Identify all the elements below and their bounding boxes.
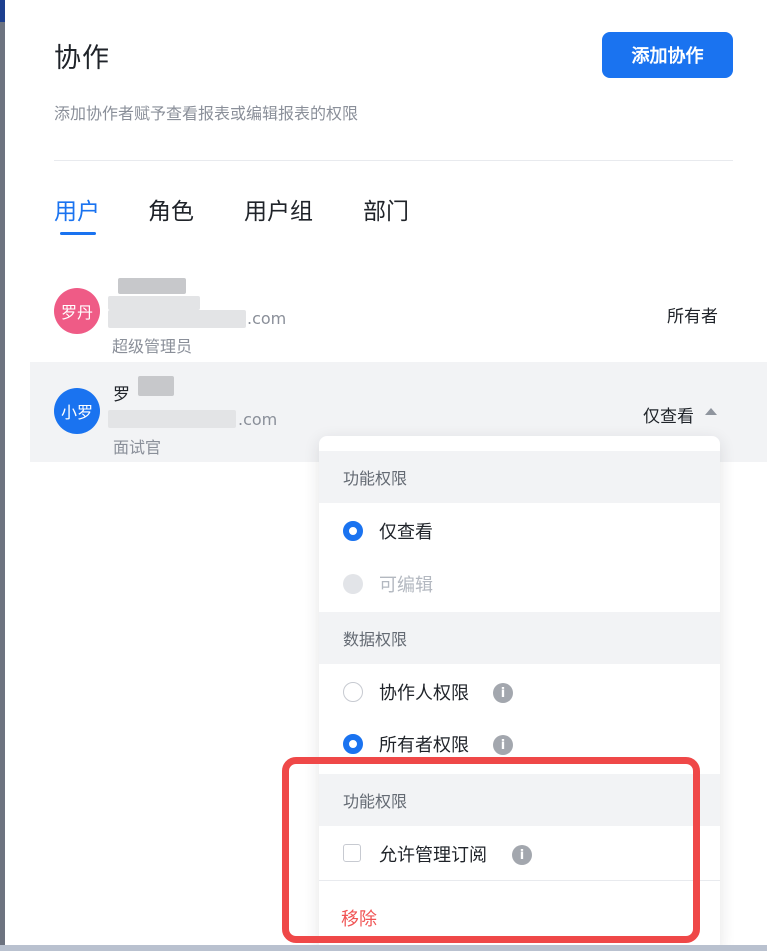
remove-collaborator-button[interactable]: 移除 bbox=[341, 905, 377, 931]
option-allow-manage-subscription[interactable]: 允许管理订阅 bbox=[379, 841, 487, 867]
window-left-edge bbox=[0, 0, 5, 951]
active-tab-indicator bbox=[60, 232, 96, 235]
info-icon[interactable]: i bbox=[493, 735, 513, 755]
redacted-email bbox=[108, 410, 236, 428]
info-icon[interactable]: i bbox=[493, 683, 513, 703]
permission-label: 所有者 bbox=[667, 307, 718, 327]
add-collaborator-button[interactable]: 添加协作 bbox=[602, 32, 733, 78]
email-suffix: .com bbox=[238, 410, 278, 429]
redacted-name bbox=[118, 278, 186, 294]
section-header-function-permission-2: 功能权限 bbox=[319, 774, 720, 826]
checkbox-allow-manage-subscription[interactable] bbox=[343, 844, 361, 862]
user-name: 罗 bbox=[113, 385, 130, 405]
radio-collaborator-permission[interactable] bbox=[343, 682, 363, 702]
radio-editable bbox=[343, 574, 363, 594]
tab-users[interactable]: 用户 bbox=[54, 192, 100, 226]
window-bottom-edge bbox=[0, 945, 767, 951]
user-role: 面试官 bbox=[113, 438, 162, 457]
option-collaborator-permission[interactable]: 协作人权限 bbox=[379, 679, 469, 705]
option-editable: 可编辑 bbox=[379, 575, 433, 596]
email-suffix: .com bbox=[247, 309, 287, 328]
radio-owner-permission[interactable] bbox=[343, 734, 363, 754]
window-left-edge-accent bbox=[0, 0, 5, 22]
tab-departments[interactable]: 部门 bbox=[363, 192, 409, 226]
user-role: 超级管理员 bbox=[112, 337, 193, 356]
dropdown-divider bbox=[319, 880, 720, 881]
avatar: 小罗 bbox=[54, 388, 100, 434]
page-subtitle: 添加协作者赋予查看报表或编辑报表的权限 bbox=[54, 104, 359, 123]
section-header-data-permission: 数据权限 bbox=[319, 612, 720, 664]
permission-dropdown-trigger[interactable]: 仅查看 bbox=[643, 402, 694, 427]
option-owner-permission[interactable]: 所有者权限 bbox=[379, 731, 469, 757]
redacted-email bbox=[108, 310, 246, 328]
info-icon[interactable]: i bbox=[512, 845, 532, 865]
section-header-function-permission: 功能权限 bbox=[319, 451, 720, 503]
header-divider bbox=[54, 160, 733, 161]
radio-view-only[interactable] bbox=[343, 521, 363, 541]
redacted-name bbox=[138, 376, 174, 396]
chevron-up-icon[interactable] bbox=[705, 408, 717, 415]
permission-dropdown: 功能权限 仅查看 可编辑 数据权限 协作人权限 i 所有者权限 i 功能权限 允… bbox=[319, 436, 720, 951]
page-title: 协作 bbox=[54, 43, 110, 74]
tab-user-groups[interactable]: 用户组 bbox=[244, 192, 313, 226]
option-view-only[interactable]: 仅查看 bbox=[379, 518, 433, 544]
redacted-name bbox=[108, 296, 200, 310]
tab-roles[interactable]: 角色 bbox=[148, 192, 194, 226]
avatar: 罗丹 bbox=[54, 288, 100, 334]
